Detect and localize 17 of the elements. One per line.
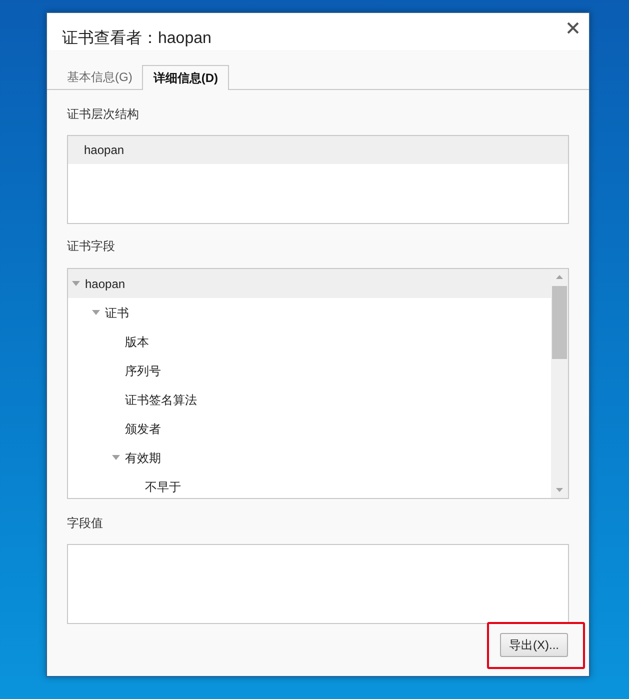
scroll-down-icon[interactable] [556, 488, 563, 492]
hierarchy-item[interactable]: haopan [68, 136, 568, 164]
dialog-title: 证书查看者：haopan [62, 29, 212, 49]
expanded-triangle-icon[interactable] [92, 310, 100, 315]
expanded-triangle-icon[interactable] [72, 281, 80, 286]
scroll-up-icon[interactable] [556, 275, 563, 279]
value-field[interactable] [67, 544, 569, 624]
tab[interactable]: 基本信息(G) [57, 65, 142, 89]
section-label: 证书层次结构 [67, 106, 140, 122]
export-button[interactable]: 导出(X)... [500, 633, 568, 657]
expanded-triangle-icon[interactable] [112, 455, 120, 460]
tab[interactable]: 详细信息(D) [142, 65, 229, 90]
close-icon[interactable] [567, 22, 579, 34]
tree-item[interactable]: haopan [68, 269, 551, 298]
section-label: 字段值 [67, 515, 104, 531]
section-label: 证书字段 [67, 238, 116, 254]
scrollbar-thumb[interactable] [552, 286, 567, 359]
